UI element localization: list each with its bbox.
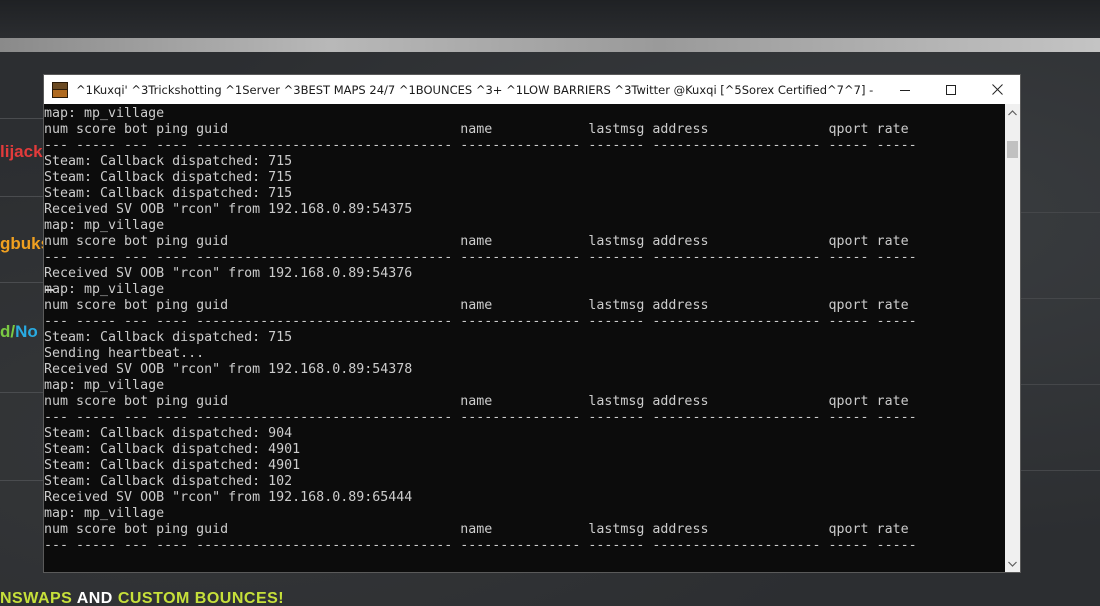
console-line: num score bot ping guid name lastmsg add…: [44, 122, 909, 137]
console-line: Steam: Callback dispatched: 4901: [44, 458, 301, 473]
background-player-name[interactable]: gbuks: [0, 234, 44, 254]
console-line: map: mp_village: [44, 218, 165, 233]
console-lines: map: mp_village num score bot ping guid n…: [44, 106, 917, 554]
console-line: map: mp_village: [44, 106, 165, 121]
console-output[interactable]: map: mp_village num score bot ping guid n…: [44, 104, 1005, 572]
background-footer-tagline: NSWAPS AND CUSTOM BOUNCES!: [0, 590, 285, 606]
console-line: num score bot ping guid name lastmsg add…: [44, 394, 909, 409]
background-player-name[interactable]: lijacke: [0, 142, 44, 162]
console-line: Steam: Callback dispatched: 715: [44, 330, 293, 345]
cod-icon: [52, 81, 68, 98]
maximize-button[interactable]: [928, 75, 974, 104]
console-line: --- ----- --- ---- ---------------------…: [44, 314, 917, 329]
background-divider: [1021, 470, 1100, 471]
console-line: Steam: Callback dispatched: 715: [44, 170, 293, 185]
console-line: Sending heartbeat...: [44, 346, 205, 361]
console-line: Steam: Callback dispatched: 715: [44, 154, 293, 169]
text-cursor: [45, 289, 53, 291]
console-line: num score bot ping guid name lastmsg add…: [44, 298, 909, 313]
console-scrollbar[interactable]: [1005, 104, 1020, 572]
console-line: Received SV OOB "rcon" from 192.168.0.89…: [44, 362, 413, 377]
console-line: map: mp_village: [44, 378, 165, 393]
scroll-down-button[interactable]: [1005, 555, 1020, 572]
console-line: --- ----- --- ---- ---------------------…: [44, 410, 917, 425]
background-divider: [0, 118, 44, 119]
console-line: --- ----- --- ---- ---------------------…: [44, 538, 917, 553]
console-line: map: mp_village: [44, 282, 165, 297]
window-controls: [882, 75, 1020, 104]
console-line: Received SV OOB "rcon" from 192.168.0.89…: [44, 266, 413, 281]
console-line: num score bot ping guid name lastmsg add…: [44, 234, 909, 249]
console-line: Steam: Callback dispatched: 715: [44, 186, 293, 201]
background-page-header: [0, 0, 1100, 38]
console-line: map: mp_village: [44, 506, 165, 521]
console-line: num score bot ping guid name lastmsg add…: [44, 522, 909, 537]
background-divider: [1021, 212, 1100, 213]
background-divider: [0, 282, 44, 283]
console-line: Received SV OOB "rcon" from 192.168.0.89…: [44, 202, 413, 217]
console-window[interactable]: ^1Kuxqi' ^3Trickshotting ^1Server ^3BEST…: [43, 74, 1021, 573]
scroll-thumb[interactable]: [1007, 141, 1018, 158]
background-divider: [1021, 298, 1100, 299]
background-divider: [0, 196, 44, 197]
console-line: Steam: Callback dispatched: 102: [44, 474, 293, 489]
minimize-icon: [900, 89, 910, 91]
maximize-icon: [946, 84, 956, 95]
console-line: Steam: Callback dispatched: 904: [44, 426, 293, 441]
background-divider: [0, 392, 44, 393]
scroll-up-button[interactable]: [1005, 104, 1020, 121]
window-title: ^1Kuxqi' ^3Trickshotting ^1Server ^3BEST…: [76, 82, 876, 97]
console-line: Steam: Callback dispatched: 4901: [44, 442, 301, 457]
close-icon: [991, 84, 1003, 95]
chevron-down-icon: [1008, 561, 1017, 567]
console-line: --- ----- --- ---- ---------------------…: [44, 138, 917, 153]
background-divider: [1021, 384, 1100, 385]
close-button[interactable]: [974, 75, 1020, 104]
window-titlebar[interactable]: ^1Kuxqi' ^3Trickshotting ^1Server ^3BEST…: [44, 75, 1020, 104]
background-banner: [0, 38, 1100, 52]
minimize-button[interactable]: [882, 75, 928, 104]
background-divider: [0, 480, 44, 481]
chevron-up-icon: [1008, 109, 1017, 115]
background-player-name[interactable]: d/No: [0, 322, 44, 342]
console-line: --- ----- --- ---- ---------------------…: [44, 250, 917, 265]
console-line: Received SV OOB "rcon" from 192.168.0.89…: [44, 490, 413, 505]
